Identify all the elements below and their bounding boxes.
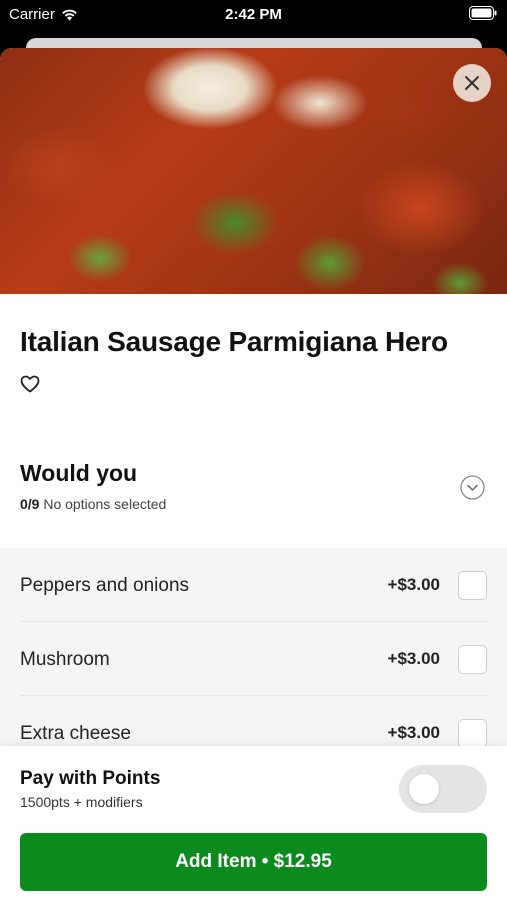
- option-row-peppers-and-onions[interactable]: Peppers and onions +$3.00: [20, 548, 487, 622]
- selection-status-text: No options selected: [43, 496, 167, 512]
- close-button[interactable]: [453, 64, 491, 102]
- item-photo: [0, 48, 507, 294]
- option-row-mushroom[interactable]: Mushroom +$3.00: [20, 622, 487, 696]
- option-checkbox[interactable]: [458, 571, 487, 600]
- option-checkbox[interactable]: [458, 645, 487, 674]
- favorite-button[interactable]: [20, 375, 42, 395]
- heart-outline-icon: [20, 375, 40, 393]
- pay-with-points-title: Pay with Points: [20, 768, 161, 789]
- battery-icon: [469, 6, 497, 24]
- option-name: Peppers and onions: [20, 575, 190, 596]
- selected-count: 0/9: [20, 496, 40, 512]
- status-bar: Carrier 2:42 PM: [0, 0, 507, 30]
- option-name: Mushroom: [20, 649, 110, 670]
- pay-with-points-subtitle: 1500pts + modifiers: [20, 794, 143, 810]
- collapse-group-button[interactable]: [460, 475, 485, 500]
- status-time: 2:42 PM: [225, 6, 282, 23]
- option-name: Extra cheese: [20, 723, 131, 744]
- option-checkbox[interactable]: [458, 719, 487, 748]
- option-price: +$3.00: [387, 723, 440, 742]
- option-price: +$3.00: [387, 649, 440, 668]
- modifier-group-status: 0/9 No options selected: [20, 496, 166, 512]
- add-item-button[interactable]: Add Item • $12.95: [20, 833, 487, 891]
- option-price: +$3.00: [387, 575, 440, 594]
- item-detail-sheet: Italian Sausage Parmigiana Hero Would yo…: [0, 48, 507, 900]
- close-icon: [465, 76, 479, 90]
- checkout-footer: Pay with Points 1500pts + modifiers Add …: [0, 746, 507, 900]
- modifier-group-title: Would you: [20, 460, 138, 486]
- chevron-down-circle-icon: [460, 475, 485, 500]
- modifier-options-list: Peppers and onions +$3.00 Mushroom +$3.0…: [0, 548, 507, 768]
- item-title: Italian Sausage Parmigiana Hero: [20, 326, 448, 357]
- pay-with-points-toggle[interactable]: [399, 765, 487, 813]
- toggle-knob: [409, 774, 439, 804]
